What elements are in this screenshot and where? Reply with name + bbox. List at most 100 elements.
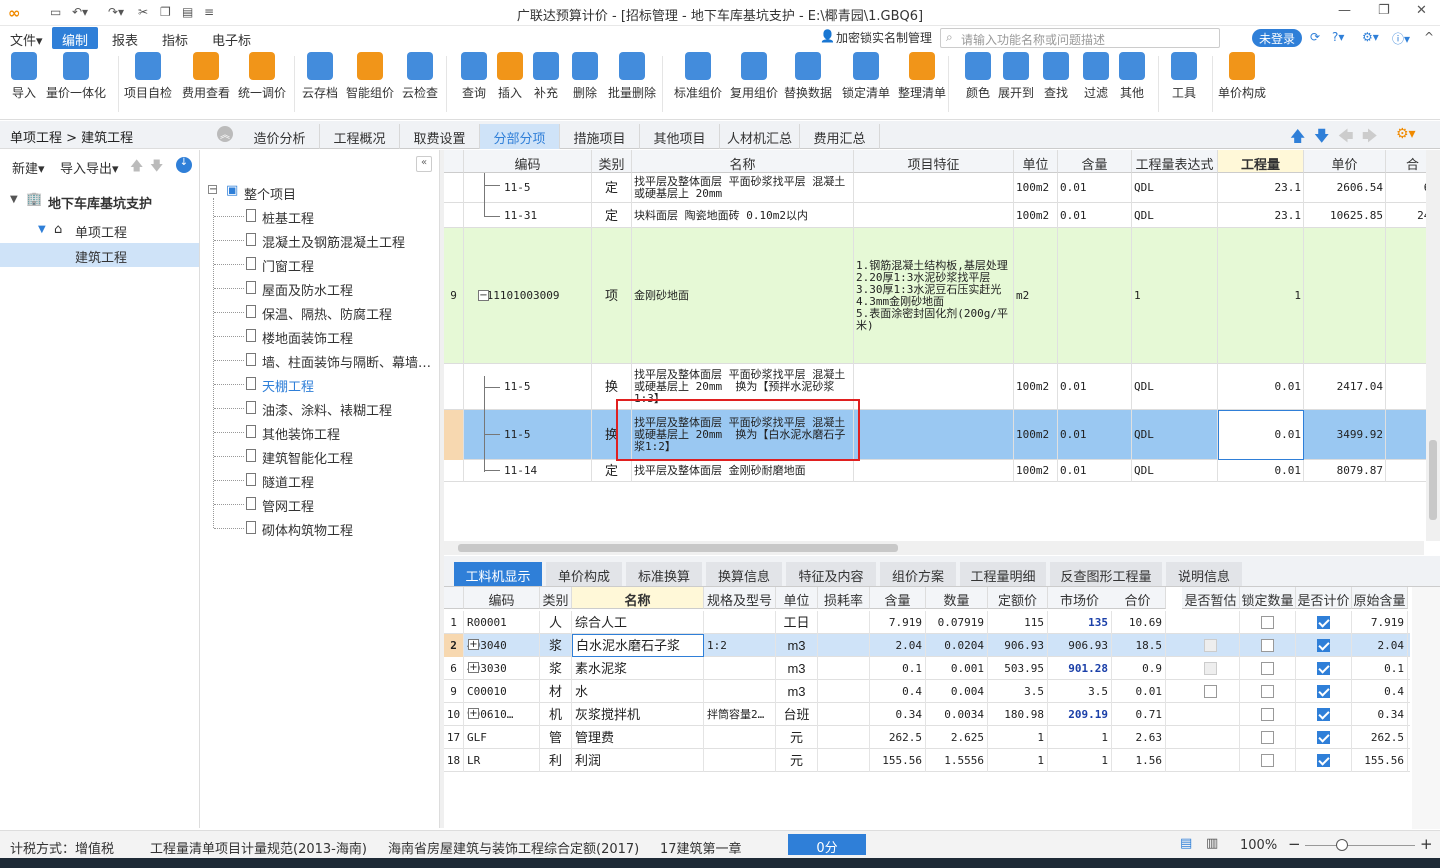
tab-3[interactable]: 分部分项	[480, 124, 560, 149]
lower-header-0[interactable]: 编码	[464, 587, 540, 609]
grid-cell-content[interactable]: 0.01	[1058, 203, 1132, 228]
grid-cell-expr[interactable]: QDL	[1132, 203, 1218, 228]
minimize-icon[interactable]: —	[1338, 3, 1351, 18]
toolbar-quantity-price-button[interactable]: 量价一体化	[40, 52, 113, 101]
tree-item[interactable]: 油漆、涂料、裱糊工程	[262, 400, 392, 419]
toolbar-insert-button[interactable]: 插入	[493, 52, 527, 101]
lower-cell-spec[interactable]	[704, 611, 776, 634]
collapse-up-icon[interactable]: ︽	[217, 126, 233, 142]
lower-cell-sum[interactable]: 2.63	[1110, 726, 1166, 749]
grid-header-4[interactable]: 单位	[1014, 150, 1058, 173]
lower-cell-unit[interactable]: 元	[776, 749, 818, 772]
grid-cell-name[interactable]: 金刚砂地面	[632, 228, 854, 364]
tree-collapse-icon[interactable]: ▼	[10, 194, 18, 205]
login-button[interactable]: 未登录	[1252, 29, 1302, 47]
lower-cell-priced[interactable]	[1296, 749, 1352, 772]
lower-cell-loss[interactable]	[818, 749, 870, 772]
grid-header-0[interactable]: 编码	[464, 150, 592, 173]
lower-cell-quota[interactable]: 3.5	[988, 680, 1048, 703]
grid-cell-name[interactable]: 找平层及整体面层 金刚砂耐磨地面	[632, 460, 854, 482]
move-left-icon[interactable]: 🡄	[1338, 126, 1354, 151]
lower-cell-orig[interactable]: 2.04	[1352, 634, 1408, 657]
lower-cell-content[interactable]: 155.56	[870, 749, 926, 772]
checkbox-lock[interactable]	[1261, 708, 1274, 721]
lower-cell-orig[interactable]: 7.919	[1352, 611, 1408, 634]
checkbox-priced[interactable]	[1317, 708, 1330, 721]
lower-cell-est[interactable]	[1182, 634, 1240, 657]
help-icon[interactable]: ?▾	[1332, 30, 1344, 44]
grid-cell-feature[interactable]	[854, 203, 1014, 228]
grid-settings-icon[interactable]: ⚙▾	[1396, 126, 1416, 142]
lower-cell-market[interactable]: 906.93	[1048, 634, 1112, 657]
grid-cell-price[interactable]: 2417.04	[1304, 364, 1386, 410]
toolbar-other-button[interactable]: 其他	[1115, 52, 1149, 101]
lower-cell-lock[interactable]	[1240, 634, 1296, 657]
lower-cell-market[interactable]: 135	[1048, 611, 1112, 634]
lower-header-3[interactable]: 规格及型号	[704, 587, 776, 609]
lower-row[interactable]: 1 R00001 人综合人工 工日 7.919 0.07919 115 135 10.69 7.9…	[444, 611, 1410, 634]
move-down-icon[interactable]: 🡇	[1314, 126, 1329, 151]
grid-cell-content[interactable]: 0.01	[1058, 410, 1132, 460]
tree-root[interactable]: 地下车库基坑支护	[48, 193, 152, 212]
grid-cell-unit[interactable]: 100m2	[1014, 460, 1058, 482]
lower-header-12[interactable]: 锁定数量	[1240, 587, 1296, 609]
tree-item[interactable]: 保温、隔热、防腐工程	[262, 304, 392, 323]
toolbar-reuse-price-button[interactable]: 复用组价	[724, 52, 784, 101]
toolbar-standard-price-button[interactable]: 标准组价	[668, 52, 728, 101]
detail-tab-3[interactable]: 换算信息	[706, 562, 782, 586]
tree-item[interactable]: 管网工程	[262, 496, 314, 515]
lower-cell-content[interactable]: 0.1	[870, 657, 926, 680]
split-layout-icon[interactable]: ▥	[1206, 836, 1218, 851]
lower-cell-name[interactable]: 素水泥浆	[572, 657, 704, 680]
grid-cell-unit[interactable]: 100m2	[1014, 203, 1058, 228]
lower-cell-lock[interactable]	[1240, 749, 1296, 772]
grid-cell-unit[interactable]: 100m2	[1014, 364, 1058, 410]
lower-cell-lock[interactable]	[1240, 703, 1296, 726]
tree-item[interactable]: 其他装饰工程	[262, 424, 340, 443]
lower-header-13[interactable]: 是否计价	[1296, 587, 1352, 609]
grid-cell-qty[interactable]: 1	[1218, 228, 1304, 364]
grid-header-7[interactable]: 工程量	[1218, 150, 1304, 173]
tab-1[interactable]: 工程概况	[320, 124, 400, 149]
lower-header-9[interactable]: 市场价	[1048, 587, 1112, 609]
toolbar-expand-to-button[interactable]: 展开到	[993, 52, 1040, 101]
lower-cell-sum[interactable]: 10.69	[1110, 611, 1166, 634]
menu-file[interactable]: 文件▾	[10, 30, 43, 49]
grid-row[interactable]: 11-5 定找平层及整体面层 平面砂浆找平层 混凝土或硬基层上 20mm 100m2…	[444, 173, 1440, 203]
toolbar-project-check-button[interactable]: 项目自检	[118, 52, 178, 101]
lower-cell-est[interactable]	[1182, 703, 1240, 726]
lower-row[interactable]: 2 403040 浆白水泥水磨石子浆 1:2 m3 2.04 0.0204 906.93 906…	[444, 634, 1410, 657]
toolbar-supplement-button[interactable]: 补充	[529, 52, 563, 101]
lower-row[interactable]: 10 990610… 机灰浆搅拌机 拌筒容量2… 台班 0.34 0.0034 180.98 2…	[444, 703, 1410, 726]
zoom-in-icon[interactable]: +	[1420, 835, 1433, 853]
score-badge[interactable]: 0分	[788, 834, 866, 856]
lower-cell-priced[interactable]	[1296, 703, 1352, 726]
grid-cell-price[interactable]: 8079.87	[1304, 460, 1386, 482]
toolbar-batch-delete-button[interactable]: 批量删除	[602, 52, 662, 101]
lower-cell-amount[interactable]: 0.0034	[926, 703, 988, 726]
toolbar-color-button[interactable]: 颜色	[961, 52, 995, 101]
tab-2[interactable]: 取费设置	[400, 124, 480, 149]
lower-cell-amount[interactable]: 2.625	[926, 726, 988, 749]
lower-row[interactable]: 6 403030 浆素水泥浆 m3 0.1 0.001 503.95 901.28 0.9 0.1…	[444, 657, 1410, 680]
grid-header-6[interactable]: 工程量表达式	[1132, 150, 1218, 173]
zoom-slider[interactable]	[1305, 845, 1415, 846]
lower-header-11[interactable]: 是否暂估	[1182, 587, 1240, 609]
lower-cell-sum[interactable]: 0.9	[1110, 657, 1166, 680]
lower-header-6[interactable]: 含量	[870, 587, 926, 609]
close-icon[interactable]: ✕	[1416, 3, 1427, 18]
tree-item[interactable]: 天棚工程	[262, 376, 314, 395]
lower-cell-amount[interactable]: 0.004	[926, 680, 988, 703]
toolbar-smart-price-button[interactable]: 智能组价	[340, 52, 400, 101]
lower-header-1[interactable]: 类别	[540, 587, 572, 609]
tree-collapse-icon[interactable]: −	[208, 185, 217, 195]
grid-row[interactable]: 9 011101003009 项金刚砂地面 1.钢筋混凝土结构板,基层处理 2.20厚…	[444, 228, 1440, 364]
move-down-icon[interactable]: 🡇	[150, 157, 163, 179]
checkbox-est[interactable]	[1204, 685, 1217, 698]
row-expand-icon[interactable]: +	[468, 662, 479, 673]
toolbar-arrange-list-button[interactable]: 整理清单	[892, 52, 952, 101]
grid-header-5[interactable]: 含量	[1058, 150, 1132, 173]
lower-cell-market[interactable]: 1	[1048, 726, 1112, 749]
grid-cell-content[interactable]: 0.01	[1058, 173, 1132, 203]
lower-cell-market[interactable]: 209.19	[1048, 703, 1112, 726]
